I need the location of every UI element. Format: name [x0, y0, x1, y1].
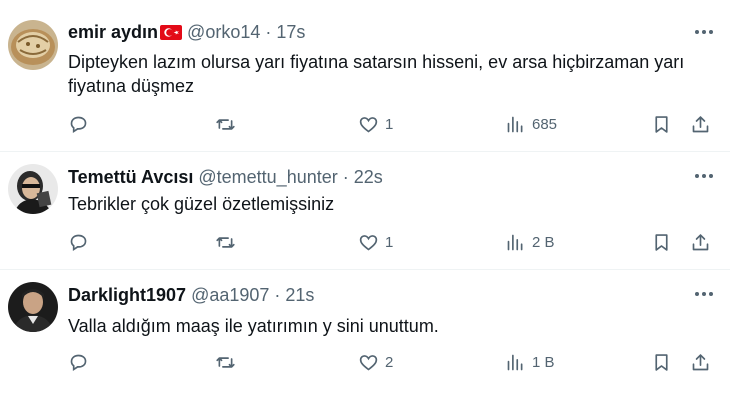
- display-name[interactable]: emir aydın: [68, 22, 158, 43]
- tweet-actions: 1 685: [0, 112, 730, 136]
- bookmark-button[interactable]: [651, 112, 672, 136]
- views-button[interactable]: 2 B: [505, 230, 555, 254]
- retweet-button[interactable]: [215, 112, 236, 136]
- turkey-flag-icon: [160, 25, 183, 40]
- tweet-text: Valla aldığım maaş ile yatırımın y sini …: [68, 316, 439, 336]
- tweet-feed: emir aydın @orko14 · 17s Dipteyken lazım…: [0, 0, 730, 420]
- views-button[interactable]: 1 B: [505, 350, 555, 374]
- heart-icon: [359, 116, 378, 133]
- tweet[interactable]: Temettü Avcısı @temettu_hunter · 22s Teb…: [0, 152, 730, 270]
- heart-icon: [359, 354, 378, 371]
- user-handle[interactable]: @temettu_hunter: [198, 167, 337, 188]
- user-handle[interactable]: @aa1907: [191, 285, 269, 306]
- share-button[interactable]: [690, 112, 711, 136]
- views-button[interactable]: 685: [505, 112, 557, 136]
- tweet[interactable]: emir aydın @orko14 · 17s Dipteyken lazım…: [0, 0, 730, 152]
- avatar[interactable]: [8, 20, 58, 70]
- like-button[interactable]: 1: [358, 230, 393, 254]
- bookmark-icon: [655, 353, 668, 371]
- view-count: 685: [532, 115, 558, 133]
- more-options-icon[interactable]: [692, 22, 716, 42]
- share-button[interactable]: [690, 230, 711, 254]
- view-count: 1 B: [532, 353, 555, 371]
- share-icon: [692, 353, 709, 370]
- share-icon: [692, 233, 709, 250]
- retweet-button[interactable]: [215, 350, 236, 374]
- tweet-actions: 2 1 B: [0, 350, 730, 374]
- reply-button[interactable]: [68, 112, 89, 136]
- tweet-text: Dipteyken lazım olursa yarı fiyatına sat…: [68, 52, 685, 96]
- like-count: 1: [385, 115, 394, 133]
- tweet[interactable]: Darklight1907 @aa1907 · 21s Valla aldığı…: [0, 270, 730, 420]
- retweet-icon: [216, 356, 235, 368]
- views-chart-icon: [507, 234, 523, 250]
- separator-dot: ·: [274, 285, 281, 305]
- timestamp[interactable]: 21s: [285, 285, 314, 306]
- separator-dot: ·: [342, 167, 349, 187]
- bookmark-icon: [655, 115, 668, 133]
- more-options-icon[interactable]: [692, 284, 716, 304]
- user-handle[interactable]: @orko14: [187, 22, 260, 43]
- tweet-header: emir aydın @orko14 · 17s: [68, 22, 305, 43]
- timestamp[interactable]: 22s: [354, 167, 383, 188]
- separator-dot: ·: [265, 22, 272, 42]
- like-count: 2: [385, 353, 394, 371]
- display-name[interactable]: Darklight1907: [68, 285, 186, 306]
- reply-button[interactable]: [68, 230, 89, 254]
- tweet-text: Tebrikler çok güzel özetlemişsiniz: [68, 194, 335, 214]
- display-name[interactable]: Temettü Avcısı: [68, 167, 193, 188]
- views-chart-icon: [507, 116, 523, 132]
- tweet-actions: 1 2 B: [0, 230, 730, 254]
- reply-icon: [70, 354, 87, 371]
- heart-icon: [359, 234, 378, 251]
- bookmark-icon: [655, 233, 668, 251]
- tweet-header: Temettü Avcısı @temettu_hunter · 22s: [68, 167, 383, 188]
- retweet-icon: [216, 118, 235, 130]
- retweet-icon: [216, 236, 235, 248]
- tweet-header: Darklight1907 @aa1907 · 21s: [68, 285, 314, 306]
- views-chart-icon: [507, 354, 523, 370]
- like-button[interactable]: 1: [358, 112, 393, 136]
- bookmark-button[interactable]: [651, 230, 672, 254]
- like-button[interactable]: 2: [358, 350, 393, 374]
- reply-button[interactable]: [68, 350, 89, 374]
- timestamp[interactable]: 17s: [276, 22, 305, 43]
- share-icon: [692, 115, 709, 132]
- view-count: 2 B: [532, 233, 555, 251]
- avatar[interactable]: [8, 164, 58, 214]
- avatar[interactable]: [8, 282, 58, 332]
- like-count: 1: [385, 233, 394, 251]
- reply-icon: [70, 234, 87, 251]
- share-button[interactable]: [690, 350, 711, 374]
- retweet-button[interactable]: [215, 230, 236, 254]
- more-options-icon[interactable]: [692, 166, 716, 186]
- bookmark-button[interactable]: [651, 350, 672, 374]
- reply-icon: [70, 116, 87, 133]
